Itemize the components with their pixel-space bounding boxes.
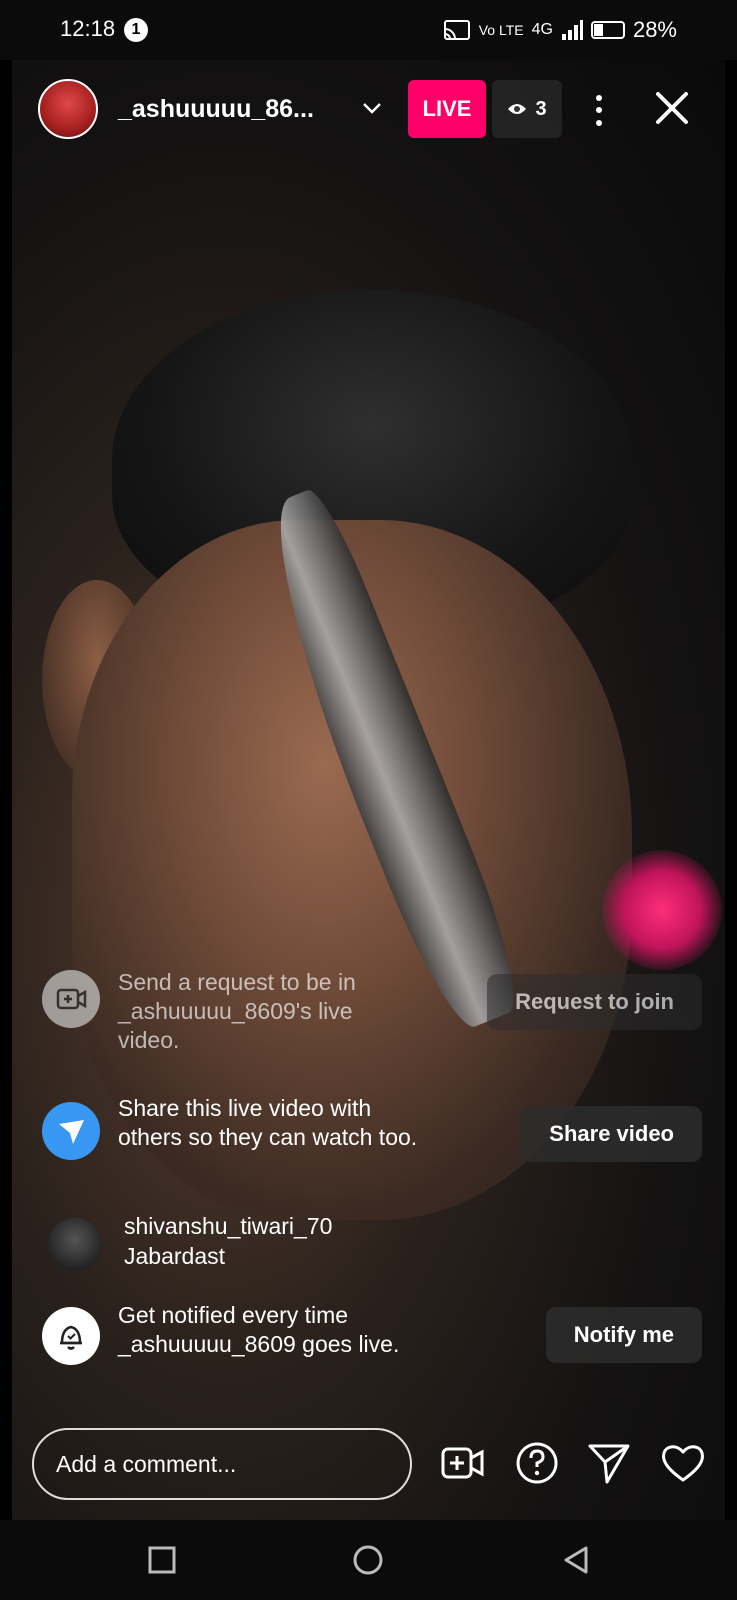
cast-icon — [443, 20, 470, 40]
video-light — [602, 850, 722, 970]
viewer-count-value: 3 — [535, 97, 547, 120]
live-badge: LIVE — [408, 80, 486, 138]
recents-icon[interactable] — [146, 1544, 178, 1576]
send-icon[interactable] — [586, 1440, 632, 1486]
bottom-bar: Add a comment... — [0, 1400, 737, 1510]
chevron-down-icon[interactable] — [360, 96, 384, 120]
request-to-join-button[interactable]: Request to join — [487, 974, 702, 1030]
notify-me-button[interactable]: Notify me — [545, 1307, 702, 1363]
request-join-row: Send a request to be in _ashuuuuu_8609's… — [42, 968, 702, 1058]
commenter-avatar[interactable] — [48, 1218, 102, 1272]
home-icon[interactable] — [352, 1544, 384, 1576]
notify-text: Get notified every time _ashuuuuu_8609 g… — [118, 1302, 400, 1357]
network-label: 4G — [531, 21, 553, 38]
viewer-count[interactable]: 3 — [492, 80, 562, 138]
status-bar: 12:18 1 Vo LTE 4G 28% — [0, 0, 737, 60]
send-icon — [42, 1102, 100, 1160]
back-icon[interactable] — [560, 1544, 592, 1576]
question-icon[interactable] — [514, 1440, 560, 1486]
bell-icon — [42, 1307, 100, 1365]
comment-row: shivanshu_tiwari_70 Jabardast — [42, 1213, 702, 1288]
share-video-button[interactable]: Share video — [521, 1106, 702, 1162]
comment-text: Jabardast — [124, 1243, 226, 1269]
notify-row: Get notified every time _ashuuuuu_8609 g… — [42, 1302, 702, 1375]
profile-avatar[interactable] — [38, 79, 98, 139]
battery-percent: 28% — [632, 17, 677, 42]
comment-input[interactable]: Add a comment... — [32, 1428, 412, 1500]
host-username[interactable]: _ashuuuuu_86... — [118, 95, 314, 124]
volte-label: Vo LTE — [478, 22, 524, 38]
system-nav-bar — [0, 1520, 737, 1600]
video-add-icon — [42, 970, 100, 1028]
add-video-icon[interactable] — [440, 1440, 486, 1486]
more-options-icon[interactable] — [582, 88, 616, 132]
request-join-text: Send a request to be in _ashuuuuu_8609's… — [118, 969, 356, 1053]
battery-icon — [590, 21, 625, 39]
commenter-username[interactable]: shivanshu_tiwari_70 — [124, 1212, 332, 1241]
eye-icon — [508, 104, 527, 114]
close-icon[interactable] — [648, 84, 696, 132]
status-time: 12:18 — [60, 16, 116, 41]
notification-badge: 1 — [124, 18, 148, 42]
signal-icon — [561, 20, 583, 40]
status-indicators: Vo LTE 4G 28% — [443, 16, 677, 44]
heart-icon[interactable] — [660, 1440, 706, 1486]
share-text: Share this live video with others so the… — [118, 1095, 418, 1150]
share-row: Share this live video with others so the… — [42, 1095, 702, 1190]
